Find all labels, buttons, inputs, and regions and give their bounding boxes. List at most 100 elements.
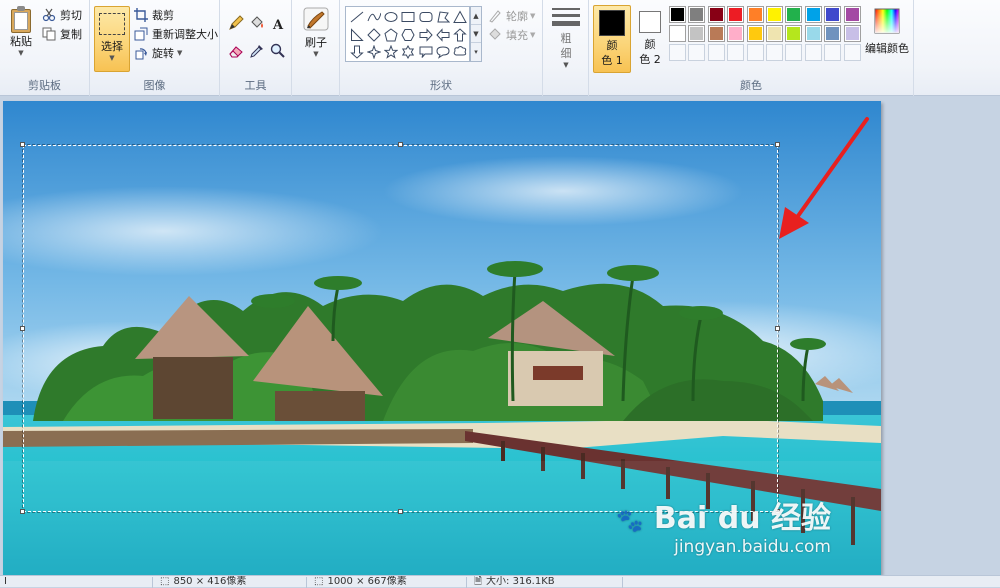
shapes-group: ▲ ▼ ▾ 轮廓 ▼ 填充 ▼ 形状 <box>340 0 543 96</box>
rotate-button[interactable]: 旋转 ▼ <box>134 45 182 61</box>
color2-label-line1: 颜 <box>644 38 656 51</box>
paste-button[interactable]: 粘贴 ▼ <box>4 2 38 64</box>
fill-button[interactable]: 填充 ▼ <box>488 27 535 43</box>
palette-swatch[interactable] <box>707 25 725 42</box>
brushes-group: 刷子 ▼ <box>292 0 340 96</box>
up-arrow-shape-icon[interactable] <box>453 27 468 42</box>
selection-handle-bottom[interactable] <box>398 509 403 514</box>
size-button[interactable]: 粗 细 ▼ <box>549 6 583 69</box>
palette-swatch[interactable] <box>824 6 842 23</box>
palette-swatch[interactable] <box>766 25 783 42</box>
gallery-expand-icon[interactable]: ▾ <box>471 43 481 61</box>
shapes-group-label: 形状 <box>430 79 452 92</box>
palette-swatch[interactable] <box>804 6 822 23</box>
palette-swatch-empty[interactable] <box>785 44 803 61</box>
palette-swatch-empty[interactable] <box>766 44 783 61</box>
palette-swatch-empty[interactable] <box>746 44 764 61</box>
scroll-up-icon[interactable]: ▲ <box>471 7 481 25</box>
selection-handle-right[interactable] <box>775 326 780 331</box>
shapes-gallery-scroll[interactable]: ▲ ▼ ▾ <box>470 6 482 62</box>
cut-button[interactable]: 剪切 <box>42 7 82 23</box>
color1-label-line1: 颜 <box>606 39 618 52</box>
palette-swatch[interactable] <box>688 25 706 42</box>
palette-swatch-empty[interactable] <box>804 44 822 61</box>
size-group: 粗 细 ▼ <box>543 0 589 96</box>
cursor-position: I <box>4 576 7 588</box>
resize-button[interactable]: 重新调整大小 <box>134 26 218 42</box>
five-point-star-shape-icon[interactable] <box>384 45 399 59</box>
palette-swatch[interactable] <box>669 25 686 42</box>
colors-group: 颜 色 1 颜 色 2 编辑颜色 颜色 <box>589 0 914 96</box>
select-button[interactable]: 选择 ▼ <box>94 6 130 72</box>
palette-swatch[interactable] <box>727 25 745 42</box>
line-shape-icon[interactable] <box>349 10 364 24</box>
selection-handle-top[interactable] <box>398 142 403 147</box>
palette-swatch-empty[interactable] <box>688 44 706 61</box>
hexagon-shape-icon[interactable] <box>401 28 416 42</box>
watermark-brand-cn: 经验 <box>771 501 831 536</box>
four-point-star-shape-icon[interactable] <box>366 45 381 59</box>
copy-icon <box>42 27 56 41</box>
palette-swatch[interactable] <box>707 6 725 23</box>
right-arrow-shape-icon[interactable] <box>418 27 433 42</box>
fill-label: 填充 <box>506 29 528 42</box>
brushes-button[interactable]: 刷子 ▼ <box>299 6 333 68</box>
down-arrow-shape-icon[interactable] <box>349 45 364 59</box>
pencil-tool[interactable] <box>226 15 246 35</box>
cut-label: 剪切 <box>60 9 82 22</box>
edit-colors-button[interactable]: 编辑颜色 <box>863 6 911 68</box>
copy-button[interactable]: 复制 <box>42 26 82 42</box>
pentagon-shape-icon[interactable] <box>384 27 399 42</box>
palette-swatch-empty[interactable] <box>727 44 745 61</box>
palette-swatch[interactable] <box>746 25 764 42</box>
palette-swatch[interactable] <box>785 25 803 42</box>
palette-swatch[interactable] <box>843 6 861 23</box>
palette-swatch-empty[interactable] <box>707 44 725 61</box>
color2-button[interactable]: 颜 色 2 <box>633 5 667 73</box>
magnifier-tool[interactable] <box>268 43 288 63</box>
cloud-callout-shape-icon[interactable] <box>453 45 468 59</box>
oval-callout-shape-icon[interactable] <box>436 45 451 59</box>
selection-handle-left[interactable] <box>20 326 25 331</box>
image-canvas[interactable]: 🐾 Bai du 经验 jingyan.baidu.com <box>3 101 881 575</box>
left-arrow-shape-icon[interactable] <box>436 27 451 42</box>
fill-tool[interactable] <box>247 15 267 35</box>
polygon-shape-icon[interactable] <box>436 10 451 24</box>
selection-handle-top-left[interactable] <box>20 142 25 147</box>
color2-label-line2: 色 2 <box>639 53 661 66</box>
rounded-rectangle-shape-icon[interactable] <box>418 10 433 24</box>
triangle-shape-icon[interactable] <box>453 10 468 24</box>
palette-swatch[interactable] <box>804 25 822 42</box>
palette-swatch-empty[interactable] <box>824 44 842 61</box>
rectangle-shape-icon[interactable] <box>401 10 416 24</box>
palette-swatch[interactable] <box>669 6 686 23</box>
eraser-tool[interactable] <box>226 43 246 63</box>
color-picker-tool[interactable] <box>247 43 267 63</box>
chevron-down-icon: ▼ <box>530 12 536 20</box>
palette-swatch[interactable] <box>688 6 706 23</box>
palette-swatch[interactable] <box>824 25 842 42</box>
curve-shape-icon[interactable] <box>366 10 381 24</box>
palette-swatch[interactable] <box>843 25 861 42</box>
color1-button[interactable]: 颜 色 1 <box>593 5 631 73</box>
palette-swatch-empty[interactable] <box>843 44 861 61</box>
edit-colors-label: 编辑颜色 <box>865 42 909 55</box>
oval-shape-icon[interactable] <box>384 10 399 24</box>
selection-handle-bottom-left[interactable] <box>20 509 25 514</box>
palette-swatch[interactable] <box>746 6 764 23</box>
text-tool[interactable]: A <box>268 15 288 35</box>
rect-callout-shape-icon[interactable] <box>418 45 433 59</box>
selection-icon <box>99 13 125 35</box>
six-point-star-shape-icon[interactable] <box>401 45 416 59</box>
palette-swatch[interactable] <box>727 6 745 23</box>
palette-swatch[interactable] <box>785 6 803 23</box>
cursor-icon: I <box>4 576 7 587</box>
palette-swatch[interactable] <box>766 6 783 23</box>
palette-swatch-empty[interactable] <box>669 44 686 61</box>
diamond-shape-icon[interactable] <box>366 27 381 42</box>
scroll-down-icon[interactable]: ▼ <box>471 25 481 43</box>
crop-button[interactable]: 裁剪 <box>134 7 174 23</box>
selection-rectangle[interactable] <box>22 144 779 513</box>
right-triangle-shape-icon[interactable] <box>349 27 364 42</box>
outline-button[interactable]: 轮廓 ▼ <box>488 8 535 24</box>
